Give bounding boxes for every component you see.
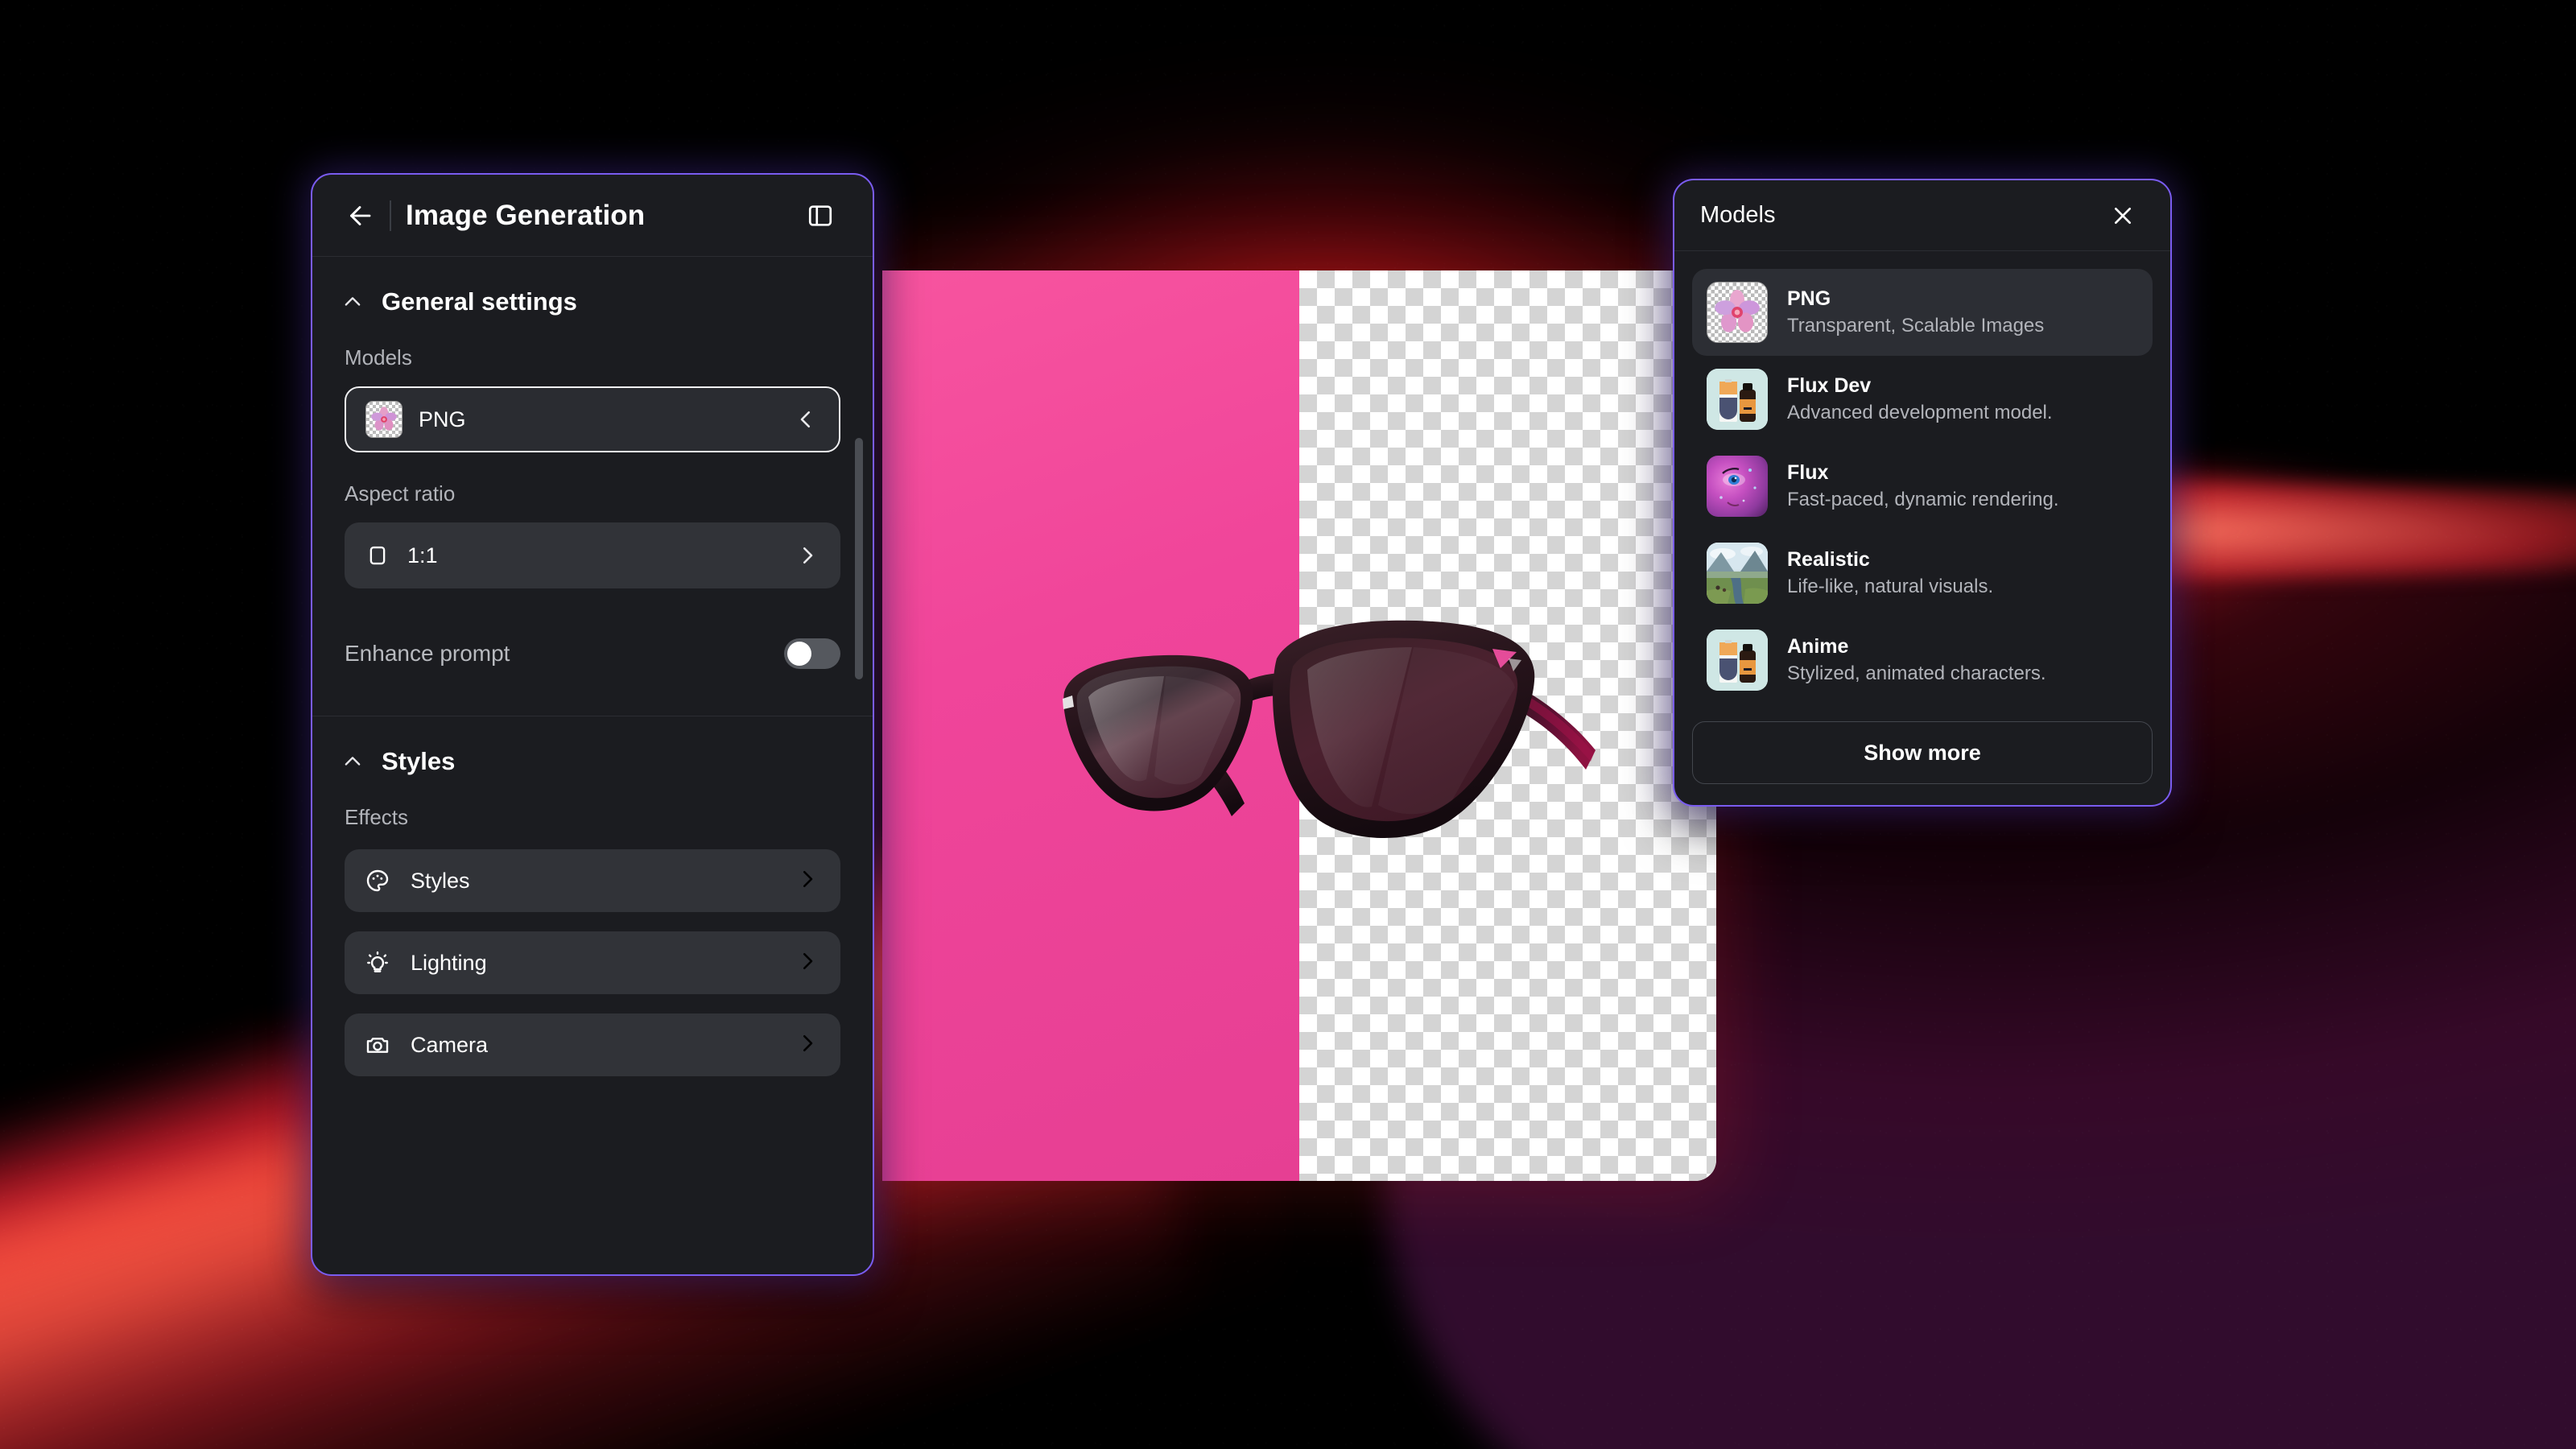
- lightbulb-icon: [364, 949, 391, 976]
- panel-toggle-button[interactable]: [797, 192, 844, 239]
- app-root: Image Generation General settings Models: [0, 0, 2576, 1449]
- show-more-button[interactable]: Show more: [1692, 721, 2153, 784]
- model-name: PNG: [1787, 287, 1831, 310]
- enhance-prompt-row[interactable]: Enhance prompt: [312, 625, 873, 682]
- selected-model-label: PNG: [419, 407, 466, 431]
- mountain-valley-glyph: [1707, 543, 1768, 604]
- panel-body: General settings Models PNG Aspect ratio…: [312, 257, 873, 1274]
- model-description: Fast-paced, dynamic rendering.: [1787, 488, 2059, 510]
- models-list: PNG Transparent, Scalable Images Flux De…: [1674, 251, 2170, 704]
- models-dialog: Models PNG Transparent, Scalable Images …: [1673, 179, 2172, 807]
- model-name: Flux: [1787, 460, 1829, 484]
- page-title: Image Generation: [406, 199, 646, 231]
- image-generation-panel: Image Generation General settings Models: [311, 173, 874, 1276]
- effect-row-styles[interactable]: Styles: [345, 849, 840, 912]
- model-text-anime: Anime Stylized, animated characters.: [1787, 634, 2046, 687]
- header-divider: [390, 200, 391, 231]
- chevron-right-icon[interactable]: [795, 1031, 819, 1059]
- chevron-up-icon: [341, 750, 364, 773]
- enhance-prompt-toggle[interactable]: [784, 638, 840, 669]
- palette-icon: [364, 867, 391, 894]
- panel-scrollbar[interactable]: [855, 438, 863, 679]
- model-description: Advanced development model.: [1787, 401, 2053, 423]
- mountain-valley-thumb: [1707, 543, 1768, 604]
- arrow-left-icon: [350, 205, 371, 225]
- chevron-right-icon[interactable]: [795, 543, 819, 568]
- chevron-left-icon[interactable]: [794, 407, 818, 431]
- model-text-flux: Flux Fast-paced, dynamic rendering.: [1787, 460, 2059, 513]
- section-styles-title: Styles: [382, 747, 456, 775]
- model-name: Flux Dev: [1787, 374, 1872, 397]
- model-text-realistic: Realistic Life-like, natural visuals.: [1787, 547, 1993, 600]
- neon-face-glyph: [1719, 468, 1757, 506]
- model-name: Realistic: [1787, 547, 1870, 571]
- neon-face-thumb: [1707, 456, 1768, 517]
- square-outline-icon: [364, 542, 391, 569]
- flower-glyph: [371, 407, 397, 431]
- model-item-png[interactable]: PNG Transparent, Scalable Images: [1692, 269, 2153, 356]
- panel-toggle-icon: [808, 204, 832, 226]
- chevron-right-icon[interactable]: [795, 949, 819, 977]
- model-description: Stylized, animated characters.: [1787, 662, 2046, 684]
- aspect-ratio-row[interactable]: 1:1: [345, 522, 840, 588]
- effects-field-label: Effects: [345, 805, 409, 829]
- section-general-settings-header[interactable]: General settings: [312, 257, 873, 316]
- effect-label-styles: Styles: [411, 868, 470, 893]
- close-icon: [2115, 207, 2131, 224]
- models-field-label: Models: [345, 345, 412, 369]
- models-dialog-title: Models: [1700, 202, 1776, 228]
- model-item-anime[interactable]: Anime Stylized, animated characters.: [1692, 617, 2153, 704]
- chevron-right-icon[interactable]: [795, 867, 819, 895]
- model-text-png: PNG Transparent, Scalable Images: [1787, 286, 2044, 339]
- model-item-flux[interactable]: Flux Fast-paced, dynamic rendering.: [1692, 443, 2153, 530]
- close-button[interactable]: [2099, 192, 2146, 239]
- back-button[interactable]: [336, 192, 383, 239]
- model-name: Anime: [1787, 634, 1849, 658]
- model-selector-row[interactable]: PNG: [345, 386, 840, 452]
- transparent-flower-thumb-icon: [365, 401, 402, 438]
- model-text-flux-dev: Flux Dev Advanced development model.: [1787, 373, 2053, 426]
- effect-row-lighting[interactable]: Lighting: [345, 931, 840, 994]
- image-canvas[interactable]: [882, 270, 1716, 1181]
- model-item-realistic[interactable]: Realistic Life-like, natural visuals.: [1692, 530, 2153, 617]
- flower-glyph: [1715, 290, 1760, 332]
- transparent-flower-thumb: [1707, 282, 1768, 343]
- aspect-ratio-field-label: Aspect ratio: [345, 481, 456, 506]
- effect-label-camera: Camera: [411, 1032, 489, 1057]
- product-bottle-glyph: [1707, 630, 1768, 691]
- product-bottle-thumb: [1707, 369, 1768, 430]
- panel-header: Image Generation: [312, 175, 873, 257]
- chevron-up-icon: [341, 291, 364, 313]
- section-general-settings-title: General settings: [382, 287, 577, 316]
- aspect-ratio-value: 1:1: [407, 543, 438, 568]
- effect-label-lighting: Lighting: [411, 950, 487, 975]
- model-description: Life-like, natural visuals.: [1787, 575, 1994, 597]
- toggle-knob: [787, 642, 811, 666]
- camera-icon: [364, 1031, 391, 1059]
- sunglasses-image: [1063, 620, 1596, 838]
- model-description: Transparent, Scalable Images: [1787, 314, 2045, 336]
- product-bottle-glyph: [1707, 369, 1768, 430]
- product-bottle-thumb: [1707, 630, 1768, 691]
- enhance-prompt-label: Enhance prompt: [345, 641, 510, 666]
- models-dialog-header: Models: [1674, 180, 2170, 251]
- model-item-flux-dev[interactable]: Flux Dev Advanced development model.: [1692, 356, 2153, 443]
- section-styles-header[interactable]: Styles: [312, 716, 873, 776]
- effect-row-camera[interactable]: Camera: [345, 1013, 840, 1076]
